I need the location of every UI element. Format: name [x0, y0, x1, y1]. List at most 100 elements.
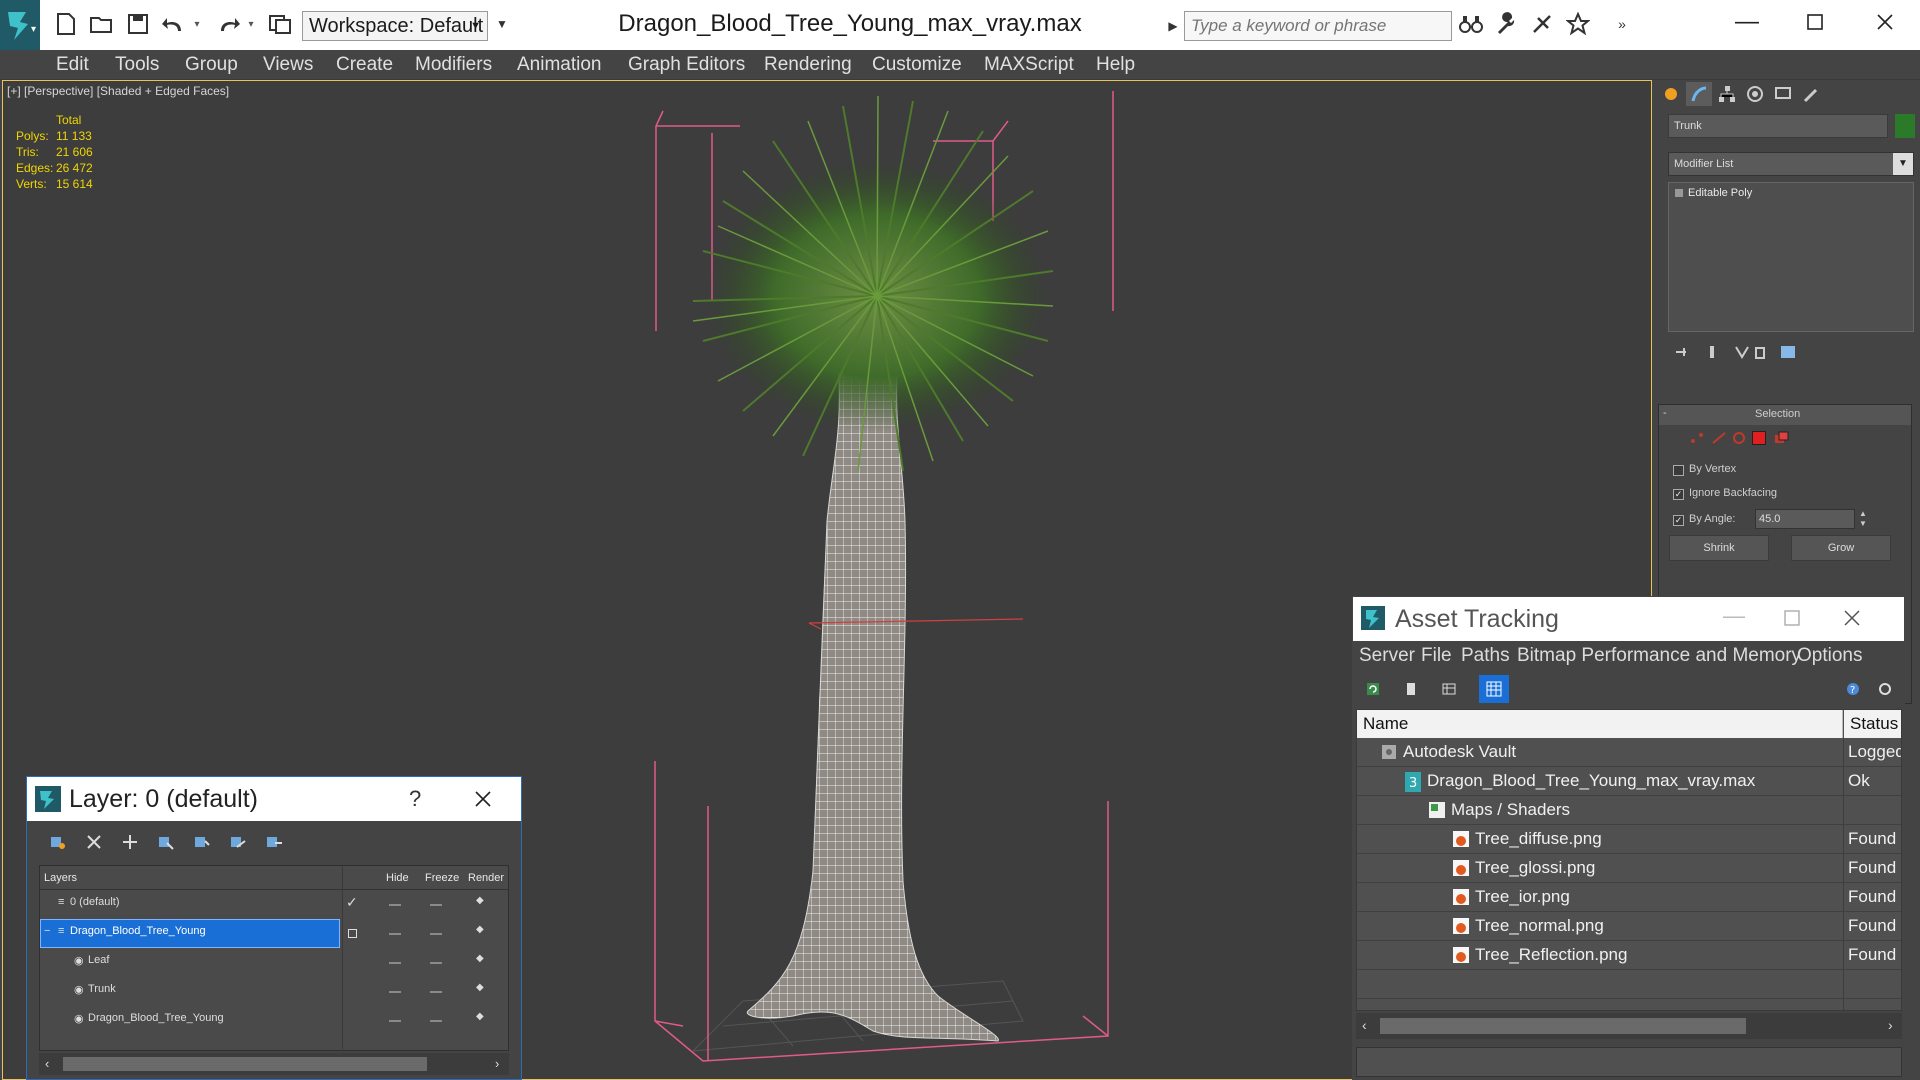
- column-status[interactable]: Status: [1844, 710, 1901, 738]
- help-icon[interactable]: ?: [1845, 681, 1861, 697]
- show-end-result-icon[interactable]: [1704, 344, 1720, 360]
- menu-maxscript[interactable]: MAXScript: [984, 50, 1074, 80]
- undo-icon[interactable]: [160, 10, 188, 38]
- menu-rendering[interactable]: Rendering: [764, 50, 852, 80]
- current-layer-box[interactable]: [348, 929, 357, 938]
- polygon-mode-icon[interactable]: [1752, 431, 1766, 445]
- layer-row-selected[interactable]: − ≡ Dragon_Blood_Tree_Young ◆: [40, 919, 510, 948]
- layer-row[interactable]: ◉ Trunk ◆: [40, 977, 510, 1006]
- list-view-icon[interactable]: [1403, 681, 1419, 697]
- modify-tab-icon[interactable]: [1686, 82, 1712, 106]
- menu-views[interactable]: Views: [263, 50, 313, 80]
- teapot-render-icon[interactable]: ◆: [476, 895, 484, 906]
- ignore-backfacing-checkbox[interactable]: ✓: [1673, 489, 1684, 500]
- make-unique-icon[interactable]: [1734, 344, 1750, 360]
- column-render[interactable]: Render: [468, 866, 504, 890]
- configure-sets-icon[interactable]: [1780, 344, 1796, 360]
- horizontal-scrollbar[interactable]: ‹ ›: [1356, 1013, 1902, 1039]
- teapot-render-icon[interactable]: ◆: [476, 924, 484, 935]
- menu-edit[interactable]: Edit: [56, 50, 89, 80]
- asset-row[interactable]: Tree_glossi.png Found: [1357, 854, 1901, 883]
- column-hide[interactable]: Hide: [386, 866, 409, 890]
- scroll-right-icon[interactable]: ›: [495, 1056, 499, 1071]
- display-tab-icon[interactable]: [1770, 82, 1796, 106]
- teapot-render-icon[interactable]: ◆: [476, 1011, 484, 1022]
- search-input[interactable]: [1185, 12, 1451, 40]
- asset-row[interactable]: Autodesk Vault Logged: [1357, 738, 1901, 767]
- menu-modifiers[interactable]: Modifiers: [415, 50, 492, 80]
- menu-help[interactable]: Help: [1096, 50, 1135, 80]
- open-file-icon[interactable]: [88, 10, 116, 38]
- vertex-mode-icon[interactable]: [1689, 431, 1705, 445]
- workspace-menu-icon[interactable]: ▼: [492, 10, 512, 38]
- hierarchy-tab-icon[interactable]: [1714, 82, 1740, 106]
- shrink-button[interactable]: Shrink: [1669, 535, 1769, 561]
- current-layer-check-icon[interactable]: ✓: [346, 894, 358, 911]
- hide-toggle[interactable]: [389, 933, 401, 935]
- utilities-tab-icon[interactable]: [1798, 82, 1824, 106]
- modifier-list-dropdown[interactable]: Modifier List ▼: [1668, 152, 1914, 176]
- asset-row[interactable]: Maps / Shaders: [1357, 796, 1901, 825]
- expand-icon[interactable]: [1675, 189, 1683, 198]
- menu-graph-editors[interactable]: Graph Editors: [628, 50, 745, 80]
- new-file-icon[interactable]: [52, 10, 80, 38]
- close-icon[interactable]: [473, 789, 493, 809]
- layer-row[interactable]: ◉ Dragon_Blood_Tree_Young ◆: [40, 1006, 510, 1035]
- hide-toggle[interactable]: [389, 962, 401, 964]
- asset-row[interactable]: Tree_normal.png Found: [1357, 912, 1901, 941]
- layer-dialog-titlebar[interactable]: Layer: 0 (default) ?: [27, 777, 521, 821]
- motion-tab-icon[interactable]: [1742, 82, 1768, 106]
- close-icon[interactable]: [1843, 609, 1861, 627]
- layer-row[interactable]: ◉ Leaf ◆: [40, 948, 510, 977]
- search-expand-icon[interactable]: ▶: [1162, 11, 1184, 41]
- highlight-layer-icon[interactable]: [193, 833, 211, 851]
- create-tab-icon[interactable]: [1658, 82, 1684, 106]
- menu-paths[interactable]: Paths: [1461, 641, 1510, 671]
- menu-bitmap-performance[interactable]: Bitmap Performance and Memory: [1517, 641, 1801, 671]
- asset-row[interactable]: Tree_ior.png Found: [1357, 883, 1901, 912]
- rollout-header[interactable]: - Selection: [1659, 405, 1911, 425]
- asset-row[interactable]: Tree_Reflection.png Found: [1357, 941, 1901, 970]
- asset-row[interactable]: Tree_diffuse.png Found: [1357, 825, 1901, 854]
- table-view-icon[interactable]: [1441, 681, 1457, 697]
- minimize-icon[interactable]: —: [1712, 0, 1782, 44]
- hide-toggle[interactable]: [389, 991, 401, 993]
- edge-mode-icon[interactable]: [1711, 431, 1727, 445]
- scroll-left-icon[interactable]: ‹: [45, 1056, 49, 1071]
- freeze-toggle[interactable]: [430, 962, 442, 964]
- scroll-right-icon[interactable]: ›: [1888, 1017, 1893, 1033]
- close-icon[interactable]: [1850, 0, 1920, 44]
- add-to-layer-icon[interactable]: [121, 833, 139, 851]
- menu-options[interactable]: Options: [1797, 641, 1862, 671]
- column-name[interactable]: Name: [1357, 710, 1843, 738]
- menu-server[interactable]: Server: [1359, 641, 1415, 671]
- spinner-arrows-icon[interactable]: ▲ ▼: [1857, 509, 1869, 529]
- help-icon[interactable]: ?: [409, 786, 421, 812]
- maximize-icon[interactable]: [1780, 0, 1850, 44]
- freeze-toggle[interactable]: [430, 991, 442, 993]
- redo-icon[interactable]: [214, 10, 242, 38]
- teapot-render-icon[interactable]: ◆: [476, 982, 484, 993]
- hide-all-layers-icon[interactable]: [229, 833, 247, 851]
- modifier-stack[interactable]: Editable Poly: [1668, 182, 1914, 332]
- angle-spinner[interactable]: 45.0: [1755, 509, 1855, 529]
- star-icon[interactable]: [1564, 10, 1592, 38]
- hide-toggle[interactable]: [389, 904, 401, 906]
- sign-in-icon[interactable]: [1528, 10, 1556, 38]
- freeze-toggle[interactable]: [430, 1020, 442, 1022]
- teapot-render-icon[interactable]: ◆: [476, 953, 484, 964]
- wrench-icon[interactable]: [1492, 10, 1520, 38]
- freeze-toggle[interactable]: [430, 933, 442, 935]
- menu-tools[interactable]: Tools: [115, 50, 159, 80]
- settings-icon[interactable]: [1877, 681, 1893, 697]
- remove-modifier-icon[interactable]: [1752, 344, 1768, 360]
- grid-view-icon[interactable]: [1479, 675, 1509, 703]
- undo-dropdown-icon[interactable]: ▾: [190, 10, 204, 38]
- maximize-icon[interactable]: [1783, 609, 1801, 627]
- scroll-left-icon[interactable]: ‹: [1362, 1017, 1367, 1033]
- redo-dropdown-icon[interactable]: ▾: [244, 10, 258, 38]
- pin-stack-icon[interactable]: [1674, 344, 1690, 360]
- by-angle-checkbox[interactable]: ✓: [1673, 515, 1684, 526]
- element-mode-icon[interactable]: [1773, 431, 1789, 445]
- delete-layer-icon[interactable]: [85, 833, 103, 851]
